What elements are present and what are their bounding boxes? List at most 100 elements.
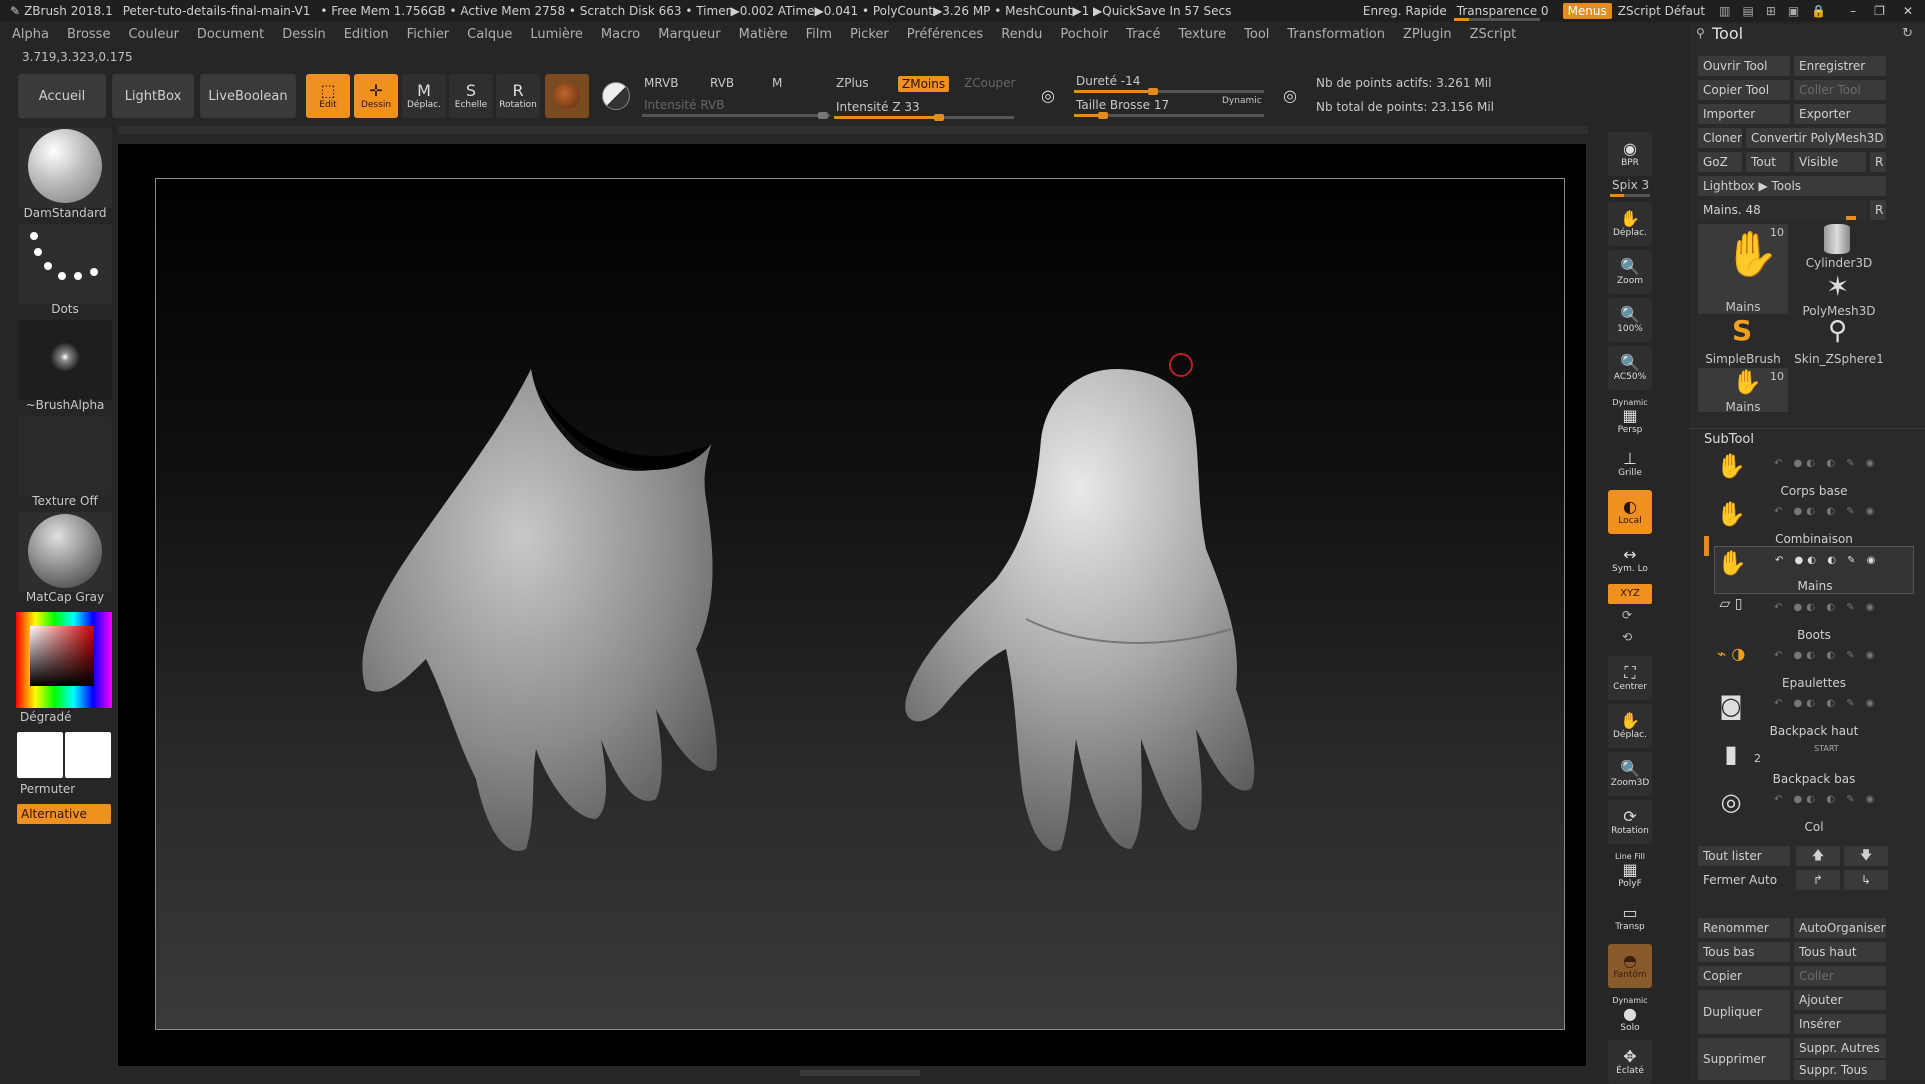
copier-button[interactable]: Copier: [1698, 966, 1790, 986]
move-to-bottom-button[interactable]: ↳: [1844, 870, 1888, 890]
brush-selector[interactable]: [18, 128, 112, 208]
layout-icon[interactable]: ▥: [1719, 4, 1730, 18]
autoorganiser-button[interactable]: AutoOrganiser: [1794, 918, 1886, 938]
alpha-selector[interactable]: [18, 320, 112, 400]
canvas-top-scrollbar[interactable]: [118, 126, 1588, 134]
subtool-toggles[interactable]: ↶ ●◐ ◐ ✎ ◉: [1774, 506, 1878, 517]
copier-tool-button[interactable]: Copier Tool: [1698, 80, 1790, 100]
dupliquer-button[interactable]: Dupliquer: [1698, 990, 1790, 1034]
transparence-slider[interactable]: Transparence 0: [1453, 4, 1549, 21]
menu-lumiere[interactable]: Lumière: [530, 27, 583, 42]
tout-lister-button[interactable]: Tout lister: [1698, 846, 1790, 866]
intensite-rvb-track[interactable]: [642, 112, 830, 119]
lightbox-tools-button[interactable]: Lightbox ▶ Tools: [1698, 176, 1886, 196]
color-mode-button[interactable]: [594, 74, 638, 118]
menu-matiere[interactable]: Matière: [739, 27, 788, 42]
material-selector[interactable]: [18, 512, 112, 592]
material-swatch-button[interactable]: [545, 74, 589, 118]
mains-slider[interactable]: Mains. 48: [1698, 200, 1866, 220]
tool-thumb-mains-2[interactable]: 10 ✋ Mains: [1698, 368, 1788, 414]
menu-picker[interactable]: Picker: [850, 27, 889, 42]
zcouper-button[interactable]: ZCouper: [964, 76, 1015, 90]
menu-fichier[interactable]: Fichier: [407, 27, 450, 42]
quicksave-button[interactable]: Enreg. Rapide: [1363, 4, 1447, 18]
bpr-button[interactable]: ◉ BPR: [1608, 132, 1652, 176]
menu-edition[interactable]: Edition: [344, 27, 389, 42]
local-button[interactable]: ◐ Local: [1608, 490, 1652, 534]
subtool-item[interactable]: ▱ ▯ ↶ ●◐ ◐ ✎ ◉ Boots: [1714, 594, 1914, 642]
palette-close-icon[interactable]: ↻: [1902, 26, 1913, 41]
rotate3d-button[interactable]: ⟳ Rotation: [1608, 800, 1652, 844]
layout4-icon[interactable]: ▣: [1788, 4, 1799, 18]
goz-button[interactable]: GoZ: [1698, 152, 1742, 172]
alternative-button[interactable]: Alternative: [17, 804, 111, 824]
menu-couleur[interactable]: Couleur: [128, 27, 178, 42]
durete-slider[interactable]: Dureté -14: [1076, 74, 1140, 88]
menu-calque[interactable]: Calque: [467, 27, 512, 42]
subtool-title[interactable]: SubTool: [1704, 432, 1754, 447]
solo-button[interactable]: Dynamic ● Solo: [1608, 992, 1652, 1036]
menu-dessin[interactable]: Dessin: [282, 27, 325, 42]
coller-tool-button[interactable]: Coller Tool: [1794, 80, 1886, 100]
subtool-item[interactable]: ⌁ ◑ ↶ ●◐ ◐ ✎ ◉ Epaulettes: [1714, 642, 1914, 690]
deplac-button[interactable]: M Déplac.: [402, 74, 446, 118]
suppr-tous-button[interactable]: Suppr. Tous: [1794, 1060, 1886, 1080]
menu-brosse[interactable]: Brosse: [67, 27, 110, 42]
move3d-button[interactable]: ✋ Déplac.: [1608, 704, 1652, 748]
tous-bas-button[interactable]: Tous bas: [1698, 942, 1790, 962]
menu-transformation[interactable]: Transformation: [1287, 27, 1385, 42]
exporter-button[interactable]: Exporter: [1794, 104, 1886, 124]
subtool-toggles[interactable]: ↶ ●◐ ◐ ✎ ◉: [1774, 458, 1878, 469]
subtool-toggles[interactable]: ↶ ●◐ ◐ ✎ ◉: [1774, 794, 1878, 805]
enregistrer-button[interactable]: Enregistrer: [1794, 56, 1886, 76]
subtool-toggles[interactable]: ↶ ●◐ ◐ ✎ ◉: [1774, 650, 1878, 661]
tous-haut-button[interactable]: Tous haut: [1794, 942, 1886, 962]
main-color-swatch[interactable]: [17, 732, 63, 778]
viewport[interactable]: [155, 178, 1565, 1030]
texture-selector[interactable]: [18, 416, 112, 496]
stroke-d-button[interactable]: ◎: [1270, 74, 1310, 118]
persp-button[interactable]: Dynamic ▦ Persp: [1608, 394, 1652, 438]
menu-macro[interactable]: Macro: [601, 27, 640, 42]
menu-trace[interactable]: Tracé: [1126, 27, 1161, 42]
taille-brosse-track[interactable]: [1074, 112, 1264, 119]
dessin-button[interactable]: ✛ Dessin: [354, 74, 398, 118]
dynamic-toggle[interactable]: Dynamic: [1222, 96, 1262, 106]
ghost-button[interactable]: ◓ Fantôm: [1608, 944, 1652, 988]
subtool-toggles[interactable]: ↶ ●◐ ◐ ✎ ◉: [1774, 602, 1878, 613]
menu-preferences[interactable]: Préférences: [907, 27, 983, 42]
layout3-icon[interactable]: ⊞: [1766, 4, 1776, 18]
tool-thumb-simplebrush[interactable]: S SimpleBrush: [1698, 314, 1788, 366]
edit-button[interactable]: ⬚ Edit: [306, 74, 350, 118]
tool-thumb-cylinder[interactable]: Cylinder3D: [1794, 224, 1884, 270]
permuter-button[interactable]: Permuter: [20, 782, 114, 796]
zplus-button[interactable]: ZPlus: [836, 76, 869, 90]
suppr-autres-button[interactable]: Suppr. Autres: [1794, 1038, 1886, 1058]
supprimer-button[interactable]: Supprimer: [1698, 1038, 1790, 1080]
m-button[interactable]: M: [772, 76, 782, 90]
coller-button[interactable]: Coller: [1794, 966, 1886, 986]
durete-track[interactable]: [1074, 88, 1264, 95]
stroke-s-button[interactable]: ◎: [1028, 74, 1068, 118]
tool-thumb-mains[interactable]: 10 ✋ Mains: [1698, 224, 1788, 314]
subtool-item[interactable]: ◎ ↶ ●◐ ◐ ✎ ◉ Col: [1714, 786, 1914, 834]
move-view-button[interactable]: ✋ Déplac.: [1608, 202, 1652, 246]
zmoins-button[interactable]: ZMoins: [898, 76, 950, 92]
sym-lo-button[interactable]: ↔ Sym. Lo: [1608, 538, 1652, 582]
inserer-button[interactable]: Insérer: [1794, 1014, 1886, 1034]
subtool-item[interactable]: ▮ 2 START Backpack bas: [1714, 738, 1914, 786]
menu-tool[interactable]: Tool: [1244, 27, 1269, 42]
stroke-selector[interactable]: [18, 224, 112, 304]
menu-alpha[interactable]: Alpha: [12, 27, 49, 42]
minimize-icon[interactable]: –: [1850, 4, 1856, 18]
floor-grid-button[interactable]: ⊥ Grille: [1608, 442, 1652, 486]
intensite-rvb-slider[interactable]: Intensité RVB: [644, 98, 724, 112]
color-picker-square[interactable]: [30, 626, 94, 686]
menu-zscript[interactable]: ZScript: [1470, 27, 1517, 42]
restore-icon[interactable]: ❐: [1874, 4, 1885, 18]
mains-r-button[interactable]: R: [1870, 200, 1886, 220]
mrvb-button[interactable]: MRVB: [644, 76, 678, 90]
tout-button[interactable]: Tout: [1746, 152, 1790, 172]
importer-button[interactable]: Importer: [1698, 104, 1790, 124]
ouvrir-tool-button[interactable]: Ouvrir Tool: [1698, 56, 1790, 76]
